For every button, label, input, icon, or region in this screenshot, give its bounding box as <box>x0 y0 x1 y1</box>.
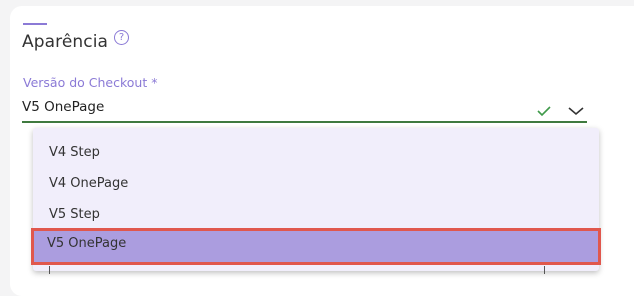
option-v5-onepage[interactable]: V5 OnePage <box>31 228 601 265</box>
option-v4-onepage[interactable]: V4 OnePage <box>33 168 599 199</box>
select-underline <box>22 121 587 123</box>
checkout-version-label: Versão do Checkout * <box>23 75 158 90</box>
question-circle-icon[interactable]: ? <box>114 30 129 45</box>
chevron-down-icon[interactable] <box>567 105 585 117</box>
background-field-edge <box>541 266 545 274</box>
checkout-version-select[interactable]: V5 OnePage <box>22 99 104 115</box>
checkout-version-dropdown: V4 Step V4 OnePage V5 Step V5 OnePage <box>31 128 601 271</box>
section-accent-bar <box>23 23 47 25</box>
section-title: Aparência <box>22 32 109 52</box>
background-field-edge <box>49 266 53 274</box>
check-icon <box>537 106 551 117</box>
option-v4-step[interactable]: V4 Step <box>33 137 599 168</box>
option-v5-step[interactable]: V5 Step <box>33 199 599 230</box>
